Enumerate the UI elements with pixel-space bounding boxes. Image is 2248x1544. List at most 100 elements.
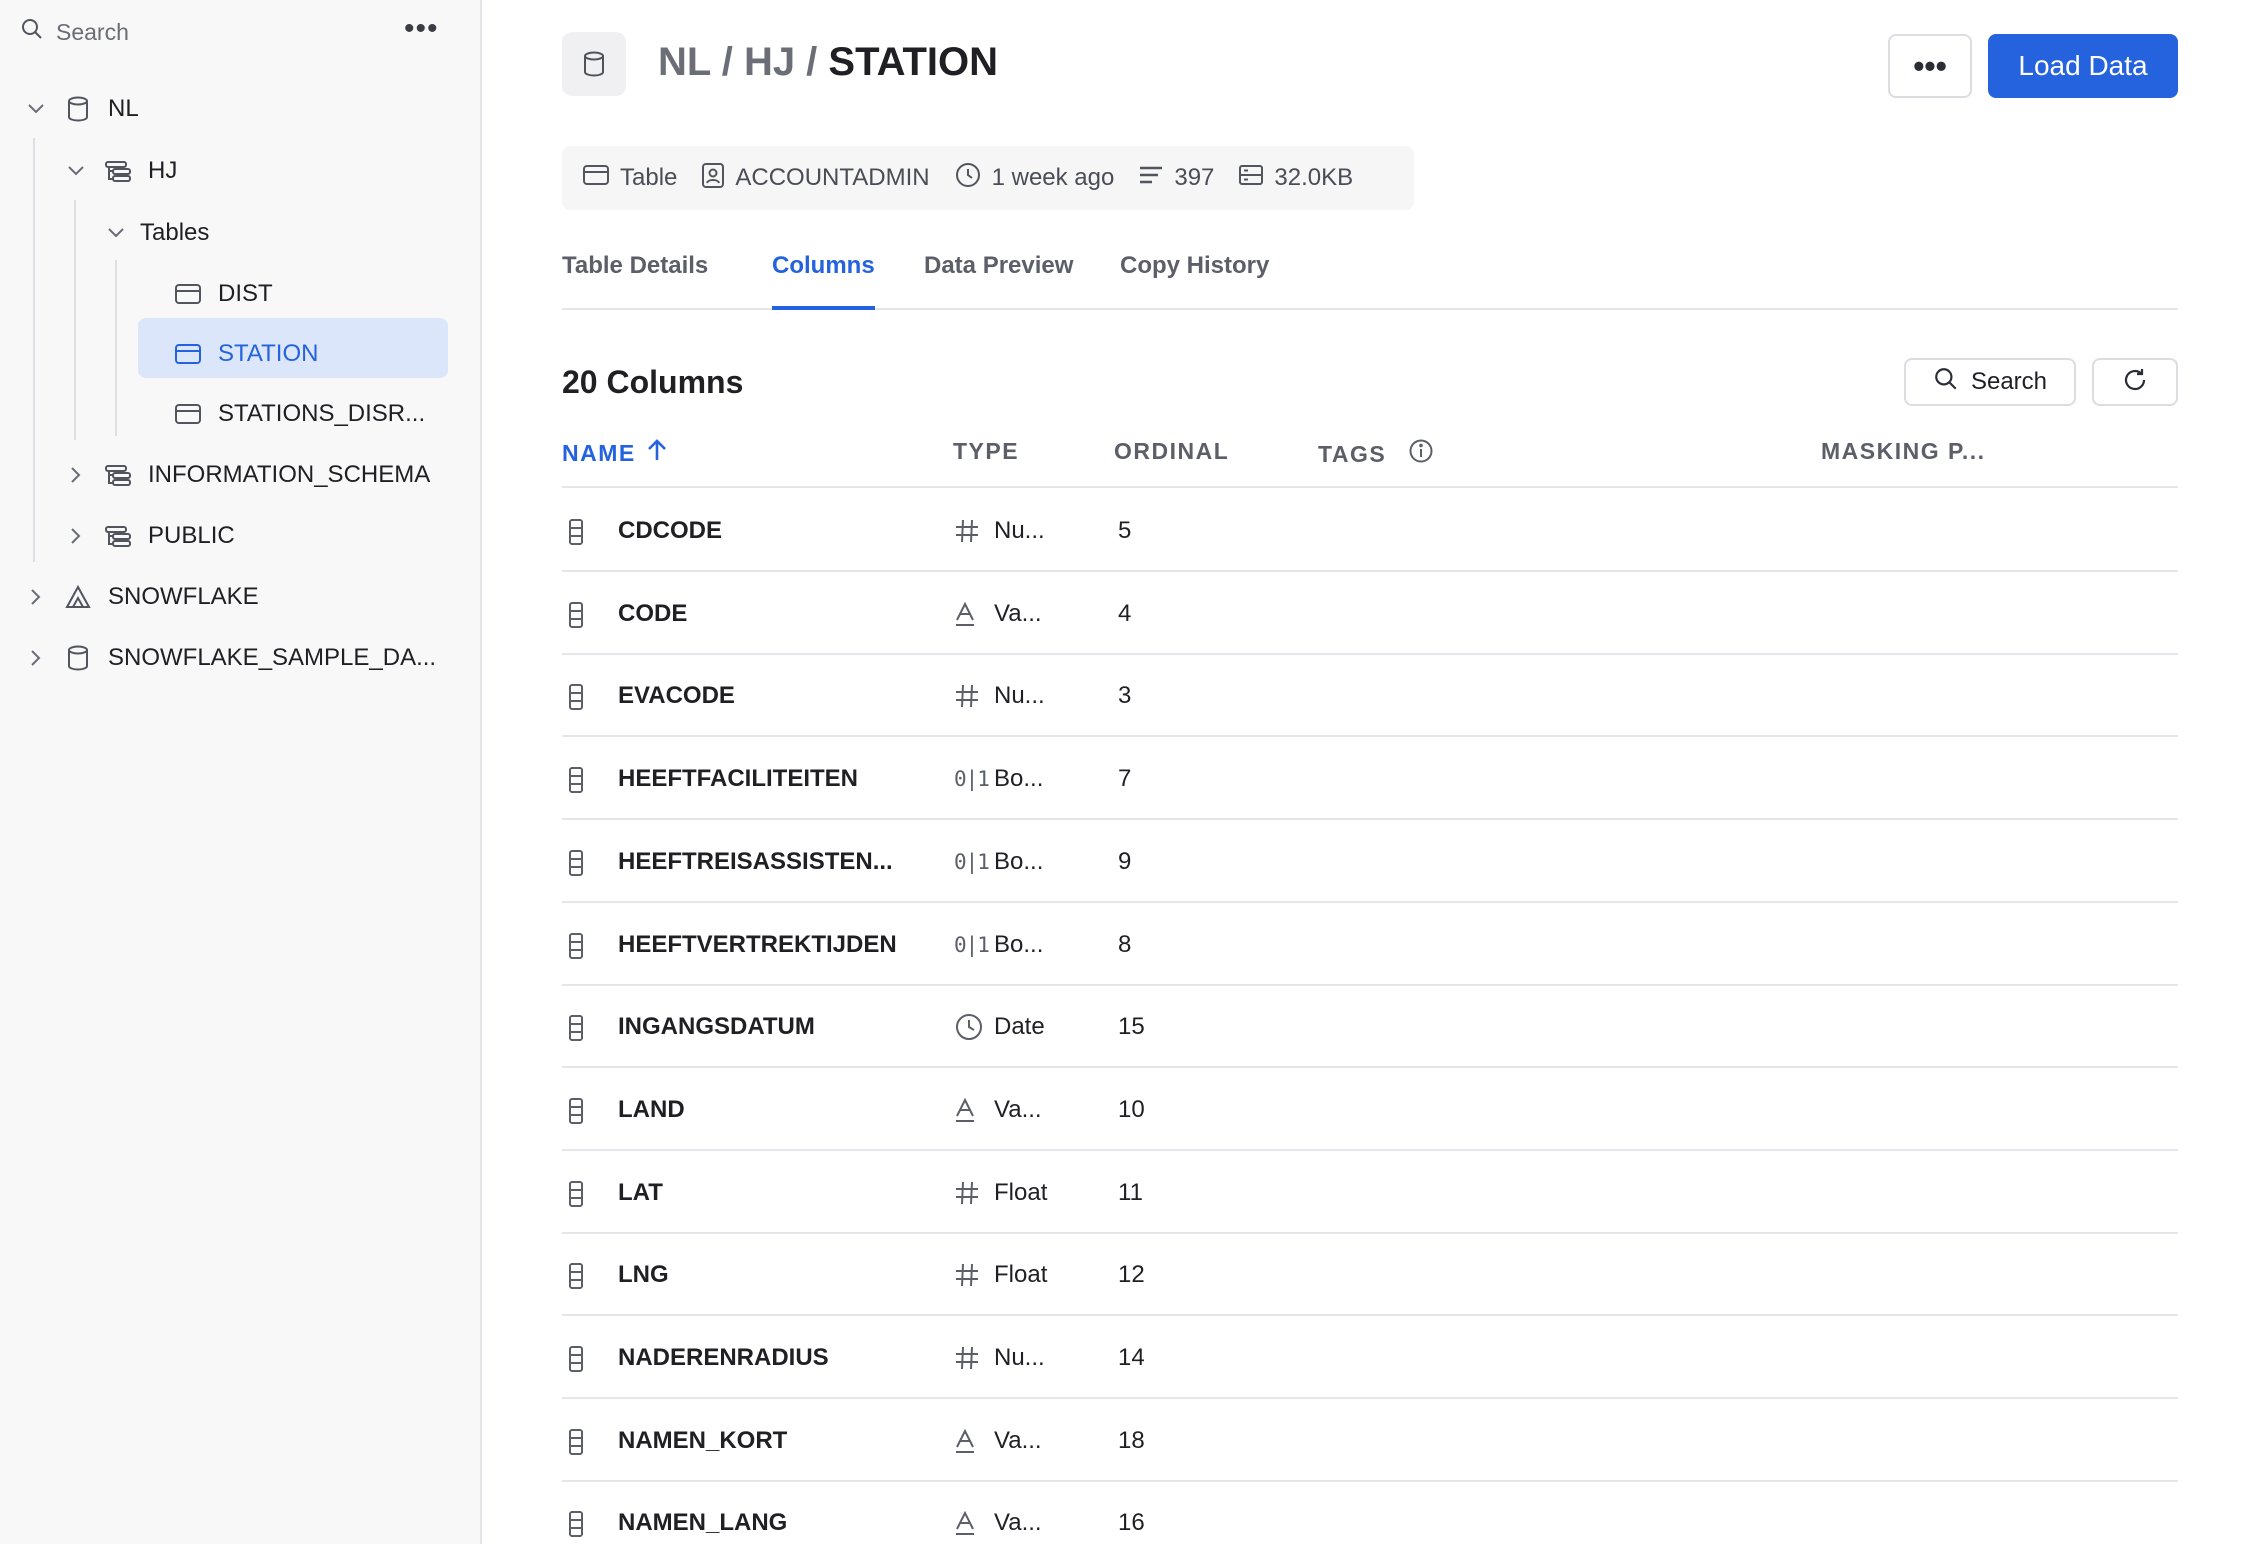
table-row[interactable]: HEEFTFACILITEITEN 0|1 Bo... 7 bbox=[562, 738, 2178, 820]
column-icon bbox=[568, 932, 584, 965]
search-icon bbox=[1933, 366, 1959, 399]
meta-owner-label: ACCOUNTADMIN bbox=[735, 164, 930, 191]
object-tabs: Table Details Columns Data Preview Copy … bbox=[562, 252, 2178, 310]
sidebar-item-label: SNOWFLAKE bbox=[108, 583, 259, 610]
number-icon bbox=[954, 1343, 980, 1373]
table-row[interactable]: HEEFTVERTREKTIJDEN 0|1 Bo... 8 bbox=[562, 904, 2178, 986]
table-row[interactable]: CDCODE Nu... 5 bbox=[562, 490, 2178, 572]
sidebar-item-stations-disr[interactable]: STATIONS_DISR... bbox=[134, 394, 425, 434]
table-icon bbox=[174, 342, 202, 366]
column-name: HEEFTFACILITEITEN bbox=[618, 765, 858, 792]
sidebar-item-label: DIST bbox=[218, 280, 273, 307]
column-icon bbox=[568, 518, 584, 551]
refresh-button[interactable] bbox=[2092, 358, 2178, 406]
sidebar-item-hj[interactable]: HJ bbox=[64, 151, 177, 191]
columns-search-button[interactable]: Search bbox=[1904, 358, 2076, 406]
column-name: LAND bbox=[618, 1096, 685, 1123]
sort-ascending-icon[interactable] bbox=[646, 438, 668, 468]
column-header-ordinal[interactable]: ORDINAL bbox=[1114, 438, 1229, 465]
column-type: Bo... bbox=[994, 931, 1044, 958]
chevron-right-icon[interactable] bbox=[24, 649, 48, 667]
column-ordinal: 3 bbox=[1118, 682, 1132, 709]
table-row[interactable]: LAT Float 11 bbox=[562, 1152, 2178, 1234]
column-header-type[interactable]: TYPE bbox=[953, 438, 1019, 465]
meta-type-label: Table bbox=[620, 164, 678, 191]
role-badge-icon bbox=[701, 161, 725, 196]
column-header-name[interactable]: NAME bbox=[562, 438, 668, 468]
sidebar-item-label: SNOWFLAKE_SAMPLE_DA... bbox=[108, 644, 437, 671]
sidebar-more-button[interactable]: ••• bbox=[404, 14, 439, 44]
sidebar-item-station[interactable]: STATION bbox=[134, 334, 318, 374]
meta-rows: 397 bbox=[1138, 163, 1214, 194]
column-ordinal: 7 bbox=[1118, 765, 1132, 792]
breadcrumb-path[interactable]: NL / HJ / bbox=[658, 40, 828, 84]
column-icon bbox=[568, 1428, 584, 1461]
table-row[interactable]: CODE Va... 4 bbox=[562, 573, 2178, 655]
chevron-right-icon[interactable] bbox=[64, 466, 88, 484]
column-icon bbox=[568, 1345, 584, 1378]
column-name: INGANGSDATUM bbox=[618, 1013, 815, 1040]
column-ordinal: 11 bbox=[1118, 1179, 1143, 1206]
table-object-icon bbox=[562, 32, 626, 96]
table-row[interactable]: LNG Float 12 bbox=[562, 1234, 2178, 1316]
sidebar-search[interactable]: Search bbox=[20, 16, 129, 48]
chevron-down-icon[interactable] bbox=[24, 103, 48, 115]
column-header-masking-policy[interactable]: MASKING P... bbox=[1821, 438, 1986, 465]
more-actions-button[interactable]: ••• bbox=[1888, 34, 1972, 98]
column-type: Nu... bbox=[994, 682, 1045, 709]
column-header-tags-label: TAGS bbox=[1318, 440, 1387, 467]
table-row[interactable]: NAMEN_KORT Va... 18 bbox=[562, 1400, 2178, 1482]
table-row[interactable]: NAMEN_LANG Va... 16 bbox=[562, 1482, 2178, 1544]
info-icon[interactable] bbox=[1408, 438, 1434, 470]
column-type: Va... bbox=[994, 1509, 1042, 1536]
tab-copy-history[interactable]: Copy History bbox=[1120, 252, 1269, 310]
meta-owner: ACCOUNTADMIN bbox=[701, 161, 930, 196]
table-row[interactable]: HEEFTREISASSISTEN... 0|1 Bo... 9 bbox=[562, 821, 2178, 903]
sidebar-item-snowflake[interactable]: SNOWFLAKE bbox=[24, 577, 259, 617]
sidebar-item-public[interactable]: PUBLIC bbox=[64, 516, 235, 556]
chevron-down-icon[interactable] bbox=[64, 165, 88, 177]
table-header-divider bbox=[562, 486, 2178, 488]
meta-modified-label: 1 week ago bbox=[991, 164, 1115, 191]
columns-count-title: 20 Columns bbox=[562, 364, 744, 400]
database-icon bbox=[64, 95, 92, 123]
sidebar-item-nl[interactable]: NL bbox=[24, 89, 139, 129]
sidebar-item-dist[interactable]: DIST bbox=[134, 274, 273, 314]
table-row[interactable]: INGANGSDATUM Date 15 bbox=[562, 986, 2178, 1068]
sidebar-item-snowflake-sample-da[interactable]: SNOWFLAKE_SAMPLE_DA... bbox=[24, 638, 436, 678]
meta-rows-label: 397 bbox=[1174, 164, 1215, 191]
rows-icon bbox=[1138, 163, 1164, 194]
column-type: Bo... bbox=[994, 765, 1044, 792]
text-icon bbox=[954, 1095, 976, 1125]
tab-table-details[interactable]: Table Details bbox=[562, 252, 708, 310]
table-row[interactable]: NADERENRADIUS Nu... 14 bbox=[562, 1317, 2178, 1399]
column-type: Float bbox=[994, 1261, 1048, 1288]
column-icon bbox=[568, 1510, 584, 1543]
refresh-icon bbox=[2121, 366, 2149, 399]
column-name: LNG bbox=[618, 1261, 669, 1288]
meta-modified: 1 week ago bbox=[954, 161, 1115, 196]
sidebar-item-label: STATION bbox=[218, 340, 319, 367]
chevron-right-icon[interactable] bbox=[64, 527, 88, 545]
table-row[interactable]: LAND Va... 10 bbox=[562, 1069, 2178, 1151]
text-icon bbox=[954, 1426, 976, 1456]
column-ordinal: 5 bbox=[1118, 517, 1132, 544]
load-data-button[interactable]: Load Data bbox=[1988, 34, 2178, 98]
tab-columns[interactable]: Columns bbox=[772, 252, 875, 310]
column-type: Float bbox=[994, 1179, 1048, 1206]
column-name: EVACODE bbox=[618, 682, 735, 709]
number-icon bbox=[954, 1260, 980, 1290]
table-row[interactable]: EVACODE Nu... 3 bbox=[562, 655, 2178, 737]
chevron-right-icon[interactable] bbox=[24, 588, 48, 606]
tab-data-preview[interactable]: Data Preview bbox=[924, 252, 1073, 310]
column-name: CODE bbox=[618, 600, 688, 627]
chevron-down-icon[interactable] bbox=[104, 227, 128, 239]
sidebar-item-information-schema[interactable]: INFORMATION_SCHEMA bbox=[64, 455, 430, 495]
column-header-tags[interactable]: TAGS bbox=[1318, 438, 1434, 470]
clock-icon bbox=[954, 161, 982, 196]
column-icon bbox=[568, 766, 584, 799]
column-ordinal: 18 bbox=[1118, 1427, 1145, 1454]
number-icon bbox=[954, 516, 980, 546]
sidebar-item-tables[interactable]: Tables bbox=[104, 213, 209, 253]
column-type: Date bbox=[994, 1013, 1045, 1040]
